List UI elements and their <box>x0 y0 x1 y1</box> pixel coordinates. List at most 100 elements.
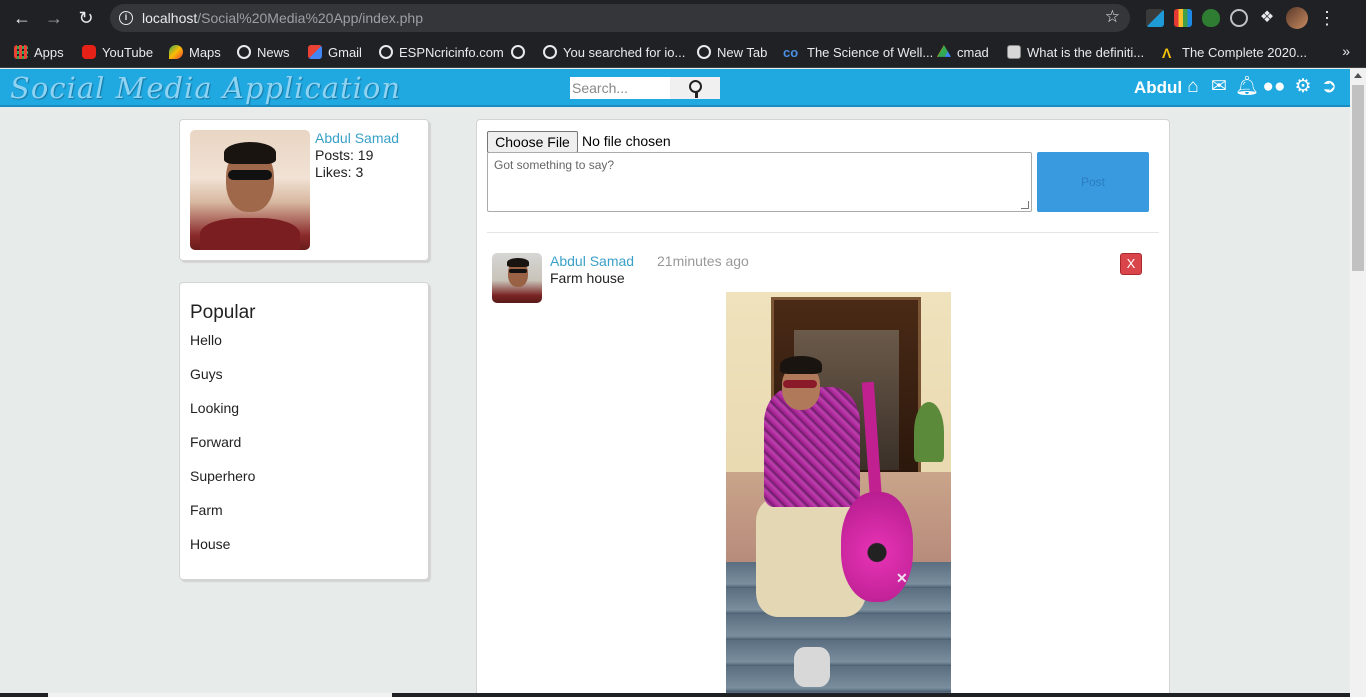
udemy-icon: Λ <box>1162 45 1172 61</box>
profile-posts-count: Posts: 19 <box>315 147 374 163</box>
envelope-icon[interactable]: ✉ <box>1209 77 1229 97</box>
bookmark-unnamed[interactable] <box>511 43 525 61</box>
extension-globe-icon[interactable] <box>1230 9 1248 27</box>
profile-card: Abdul Samad Posts: 19 Likes: 3 <box>179 119 429 261</box>
bookmark-cmad[interactable]: cmad <box>937 43 989 61</box>
bookmark-searched[interactable]: You searched for io... <box>543 43 685 61</box>
search-icon <box>688 79 702 98</box>
users-icon[interactable]: ●● <box>1261 77 1287 97</box>
post-author-avatar[interactable] <box>492 253 542 303</box>
main-feed: Choose File No file chosen Got something… <box>476 119 1170 697</box>
globe-icon <box>379 45 393 59</box>
popular-title: Popular <box>190 302 256 323</box>
header-nav-icons: ⌂ ✉ 🔔︎ ●● ⚙ ➲ <box>1183 77 1339 97</box>
bookmark-definition[interactable]: What is the definiti... <box>1007 43 1144 61</box>
popular-item[interactable]: Farm <box>190 502 223 518</box>
bell-icon[interactable]: 🔔︎ <box>1235 77 1259 97</box>
address-bar[interactable]: i localhost/Social%20Media%20App/index.p… <box>110 4 1130 32</box>
bookmark-science-of-wellbeing[interactable]: co The Science of Well... <box>783 43 933 61</box>
extension-pen-icon[interactable] <box>1146 9 1164 27</box>
page-icon <box>1007 45 1021 59</box>
reload-icon[interactable]: ↻ <box>76 8 96 28</box>
bookmark-label: The Science of Well... <box>807 44 934 60</box>
profile-name-link[interactable]: Abdul Samad <box>315 130 399 146</box>
bookmark-label: Gmail <box>328 44 362 60</box>
file-status-text: No file chosen <box>582 133 671 149</box>
url-text[interactable]: localhost/Social%20Media%20App/index.php <box>142 10 423 26</box>
bookmark-label: Maps <box>189 44 221 60</box>
back-arrow-icon[interactable]: ← <box>12 8 32 28</box>
globe-icon <box>697 45 711 59</box>
profile-photo[interactable] <box>190 130 310 250</box>
gear-icon[interactable]: ⚙ <box>1293 77 1313 97</box>
bookmark-label: New Tab <box>717 44 768 60</box>
resize-grip-icon[interactable] <box>1021 201 1029 209</box>
url-host: localhost <box>142 10 198 26</box>
search-input[interactable]: Search... <box>570 77 670 99</box>
bookmark-label: YouTube <box>102 44 154 60</box>
popular-item[interactable]: Looking <box>190 400 239 416</box>
page-scrollbar[interactable] <box>1350 69 1366 697</box>
popular-item[interactable]: Guys <box>190 366 223 382</box>
post-textarea[interactable]: Got something to say? <box>487 152 1032 212</box>
header-username[interactable]: Abdul <box>1134 78 1182 98</box>
bookmark-apps[interactable]: Apps <box>14 43 64 61</box>
search-button[interactable] <box>670 77 720 99</box>
post-image[interactable]: ✕ <box>726 292 951 697</box>
bookmark-espncricinfo[interactable]: ESPNcricinfo.com <box>379 43 504 61</box>
browser-profile-avatar[interactable] <box>1286 7 1308 29</box>
popular-card: Popular Hello Guys Looking Forward Super… <box>179 282 429 580</box>
app-logo[interactable]: Social Media Application <box>10 71 401 105</box>
youtube-icon <box>82 45 96 59</box>
apps-grid-icon <box>14 45 28 59</box>
bookmark-new-tab[interactable]: New Tab <box>697 43 767 61</box>
bookmark-gmail[interactable]: Gmail <box>308 43 362 61</box>
url-path: /Social%20Media%20App/index.php <box>197 10 423 26</box>
globe-icon <box>237 45 251 59</box>
post-body-text: Farm house <box>550 270 625 286</box>
bookmark-news[interactable]: News <box>237 43 290 61</box>
bookmarks-bar: Apps YouTube Maps News Gmail ESPNcricinf… <box>0 36 1366 68</box>
bookmark-label: ESPNcricinfo.com <box>399 44 504 60</box>
maps-icon <box>169 45 183 59</box>
bookmark-star-icon[interactable]: ☆ <box>1105 7 1120 27</box>
browser-toolbar: ← → ↻ i localhost/Social%20Media%20App/i… <box>0 0 1366 36</box>
bookmark-label: News <box>257 44 290 60</box>
info-icon[interactable]: i <box>119 11 133 25</box>
bookmark-youtube[interactable]: YouTube <box>82 43 153 61</box>
bookmarks-overflow-icon[interactable]: » <box>1342 43 1350 59</box>
delete-post-button[interactable]: X <box>1120 253 1142 275</box>
app-header: Social Media Application Search... Abdul… <box>0 69 1350 107</box>
bookmark-complete-2020[interactable]: Λ The Complete 2020... <box>1162 43 1308 62</box>
post-textarea-placeholder: Got something to say? <box>494 158 615 172</box>
bookmark-maps[interactable]: Maps <box>169 43 221 61</box>
popular-item[interactable]: Superhero <box>190 468 255 484</box>
post-timestamp: 21minutes ago <box>657 253 749 269</box>
choose-file-button[interactable]: Choose File <box>487 131 578 153</box>
profile-likes-count: Likes: 3 <box>315 164 364 180</box>
horizontal-scroll-thumb[interactable] <box>48 693 392 697</box>
globe-icon <box>511 45 525 59</box>
bookmark-label: cmad <box>957 44 989 60</box>
divider <box>487 232 1159 233</box>
extension-shield-icon[interactable] <box>1202 9 1220 27</box>
globe-icon <box>543 45 557 59</box>
bookmark-label: Apps <box>34 44 64 60</box>
sign-out-icon[interactable]: ➲ <box>1319 77 1339 97</box>
extensions-area: ❖ ⋮ <box>1146 7 1336 29</box>
home-icon[interactable]: ⌂ <box>1183 77 1203 97</box>
extension-colors-icon[interactable] <box>1174 9 1192 27</box>
forward-arrow-icon[interactable]: → <box>44 8 64 28</box>
coursera-icon: co <box>783 45 799 60</box>
scroll-thumb[interactable] <box>1352 85 1364 271</box>
bookmark-label: The Complete 2020... <box>1182 44 1308 60</box>
popular-item[interactable]: Forward <box>190 434 241 450</box>
bookmark-label: What is the definiti... <box>1027 44 1145 60</box>
post-author-link[interactable]: Abdul Samad <box>550 253 634 269</box>
popular-item[interactable]: House <box>190 536 230 552</box>
post-button[interactable]: Post <box>1037 152 1149 212</box>
popular-item[interactable]: Hello <box>190 332 222 348</box>
scroll-up-arrow-icon[interactable] <box>1354 73 1362 78</box>
browser-menu-icon[interactable]: ⋮ <box>1318 8 1336 29</box>
extensions-puzzle-icon[interactable]: ❖ <box>1258 9 1276 27</box>
